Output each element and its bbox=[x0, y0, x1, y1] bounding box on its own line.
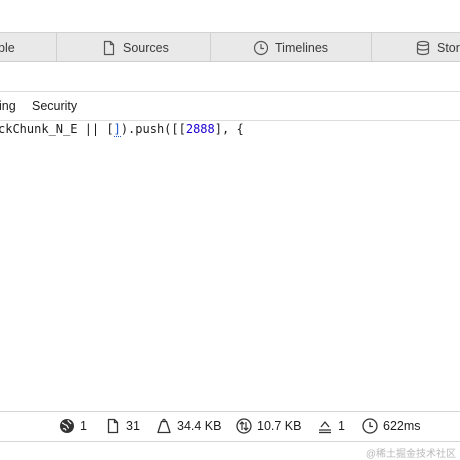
status-time-value: 622ms bbox=[383, 419, 421, 433]
transfer-arrows-icon bbox=[236, 418, 252, 434]
tab-table[interactable]: ble bbox=[0, 33, 15, 62]
document-icon bbox=[107, 418, 119, 434]
toolbar bbox=[0, 62, 460, 92]
code-suffix: ], { bbox=[214, 122, 244, 136]
status-size-value: 10.7 KB bbox=[257, 419, 302, 433]
redirect-icon bbox=[319, 421, 331, 434]
status-resources-count: 1 bbox=[80, 419, 87, 433]
sub-tab-bar: ing Security bbox=[0, 92, 460, 121]
code-editor[interactable]: ckChunk_N_E || []).push([[2888], { bbox=[0, 121, 460, 411]
code-prefix: ckChunk_N_E || [ bbox=[0, 122, 114, 136]
tab-label: Stor bbox=[437, 40, 460, 55]
clock-icon bbox=[362, 418, 378, 434]
tab-label: Timelines bbox=[275, 40, 329, 55]
tab-timelines[interactable]: Timelines bbox=[253, 33, 328, 62]
document-icon bbox=[103, 40, 115, 55]
code-bracket-highlight: ] bbox=[113, 122, 121, 137]
database-icon bbox=[416, 40, 430, 55]
tab-label: ble bbox=[0, 40, 15, 55]
status-documents[interactable]: 31 bbox=[105, 418, 140, 434]
code-line: ckChunk_N_E || []).push([[2888], { bbox=[0, 122, 244, 137]
subtab-timing[interactable]: ing bbox=[0, 99, 16, 113]
status-documents-count: 31 bbox=[126, 419, 140, 433]
tab-divider bbox=[56, 33, 57, 62]
tab-bar: ble Sources Timelines Stor bbox=[0, 32, 460, 62]
status-transferred-value: 34.4 KB bbox=[177, 419, 222, 433]
tab-label: Sources bbox=[123, 40, 169, 55]
tab-divider bbox=[210, 33, 211, 62]
tab-divider bbox=[371, 33, 372, 62]
status-size[interactable]: 10.7 KB bbox=[236, 418, 301, 434]
status-resources[interactable]: 1 bbox=[59, 418, 87, 434]
status-redirects[interactable]: 1 bbox=[317, 418, 345, 434]
weight-icon bbox=[157, 418, 171, 434]
code-middle: ).push([[ bbox=[120, 122, 186, 136]
status-bar: 1 31 34.4 KB 10.7 KB 1 622ms bbox=[0, 411, 460, 442]
tab-sources[interactable]: Sources bbox=[101, 33, 169, 62]
subtab-security[interactable]: Security bbox=[32, 99, 77, 113]
status-time[interactable]: 622ms bbox=[362, 418, 421, 434]
globe-icon bbox=[60, 419, 74, 433]
status-transferred[interactable]: 34.4 KB bbox=[156, 418, 221, 434]
tab-storage[interactable]: Stor bbox=[415, 33, 460, 62]
clock-icon bbox=[253, 40, 269, 55]
code-number: 2888 bbox=[185, 122, 215, 136]
watermark: @稀土掘金技术社区 bbox=[365, 449, 456, 460]
status-redirects-count: 1 bbox=[338, 419, 345, 433]
